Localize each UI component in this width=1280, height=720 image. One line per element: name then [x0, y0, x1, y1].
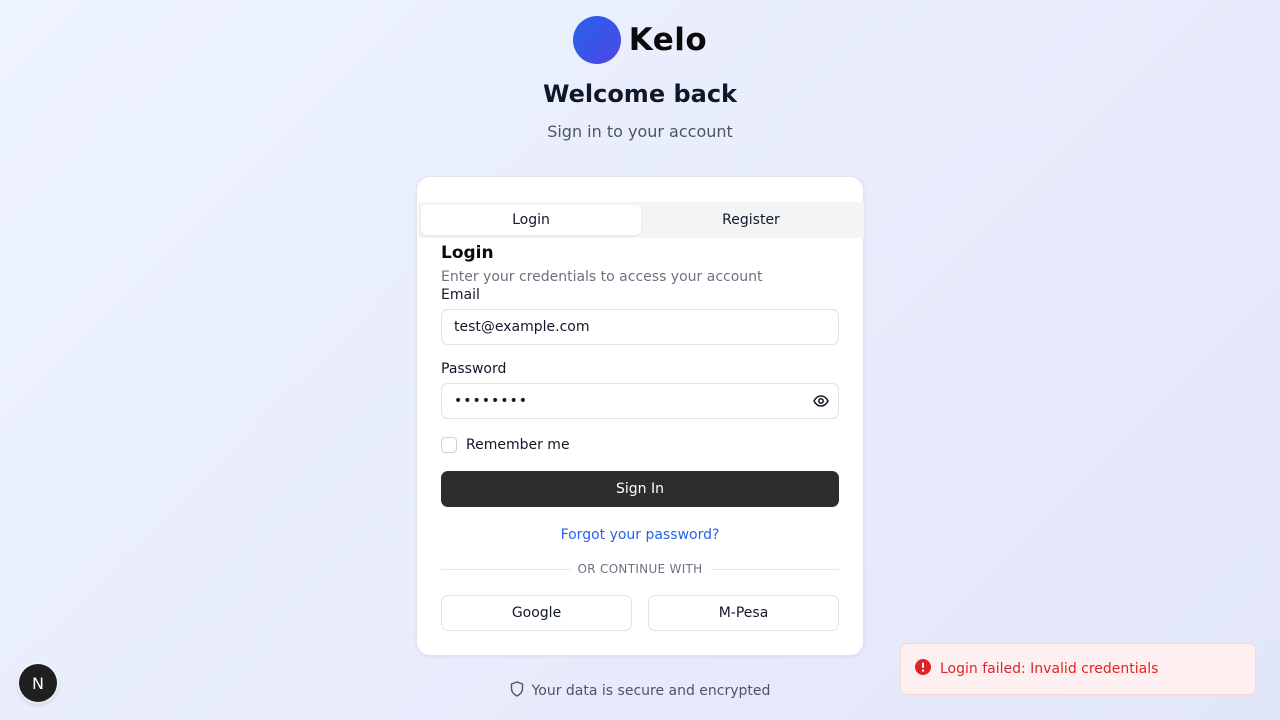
divider-line [710, 568, 840, 570]
dev-indicator-button[interactable]: N [19, 664, 57, 702]
email-label: Email [441, 287, 480, 303]
divider-label: OR CONTINUE WITH [577, 562, 703, 576]
security-text: Your data is secure and encrypted [531, 683, 771, 699]
divider-line [441, 568, 570, 570]
remember-me[interactable]: Remember me [441, 437, 570, 453]
remember-checkbox[interactable] [441, 437, 457, 453]
alert-circle-icon [915, 659, 931, 679]
logo-icon [572, 16, 621, 64]
password-field[interactable] [441, 383, 839, 419]
tab-login[interactable]: Login [421, 205, 641, 235]
sign-in-button[interactable]: Sign In [441, 471, 839, 507]
remember-label: Remember me [466, 437, 570, 453]
divider: OR CONTINUE WITH [441, 562, 840, 576]
email-field[interactable] [441, 309, 839, 345]
google-button[interactable]: Google [441, 595, 632, 631]
error-toast: Login failed: Invalid credentials [900, 643, 1256, 695]
form-title: Login [441, 243, 494, 263]
password-label: Password [441, 361, 507, 377]
toast-message: Login failed: Invalid credentials [940, 661, 1159, 677]
auth-card: Login Register Login Enter your credenti… [416, 176, 864, 656]
page-title: Welcome back [542, 80, 738, 108]
eye-icon[interactable] [811, 393, 831, 409]
tab-register[interactable]: Register [641, 205, 861, 235]
dev-indicator-letter: N [32, 673, 44, 693]
brand-name: Kelo [628, 22, 708, 58]
shield-icon [510, 681, 524, 701]
page-subtitle: Sign in to your account [547, 122, 733, 141]
auth-tabs: Login Register [418, 202, 864, 238]
form-description: Enter your credentials to access your ac… [441, 269, 763, 285]
brand: Kelo [0, 16, 1280, 64]
forgot-password-link[interactable]: Forgot your password? [417, 527, 863, 543]
mpesa-button[interactable]: M-Pesa [648, 595, 839, 631]
